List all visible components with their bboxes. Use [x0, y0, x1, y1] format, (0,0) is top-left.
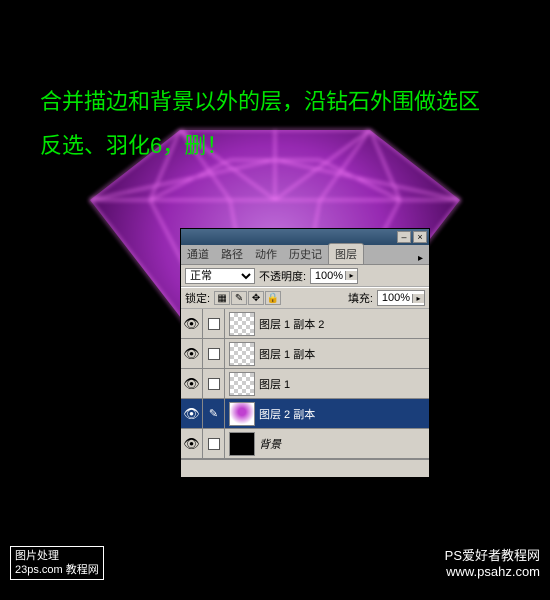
lock-fill-row: 锁定: ▦ ✎ ✥ 🔒 填充: ▸ [181, 287, 429, 309]
link-chk-icon[interactable] [203, 339, 225, 369]
visibility-eye-icon[interactable]: 👁 [181, 429, 203, 459]
layer-row[interactable]: 👁 图层 1 [181, 369, 429, 399]
panel-menu-icon[interactable]: ▸ [412, 253, 429, 264]
layer-thumbnail[interactable] [229, 312, 255, 336]
layer-thumbnail[interactable] [229, 372, 255, 396]
panel-footer [181, 459, 429, 477]
layer-thumbnail[interactable] [229, 402, 255, 426]
instruction-text: 合并描边和背景以外的层，沿钻石外围做选区 反选、羽化6，删！ [40, 80, 480, 168]
panel-tabs: 通道 路径 动作 历史记 图层 ▸ [181, 245, 429, 265]
lock-all-icon[interactable]: 🔒 [265, 291, 281, 305]
link-brush-icon[interactable] [203, 399, 225, 429]
opacity-arrow-icon[interactable]: ▸ [345, 271, 357, 280]
layer-name: 图层 1 [259, 376, 429, 392]
link-chk-icon[interactable] [203, 429, 225, 459]
tab-history[interactable]: 历史记 [283, 244, 328, 264]
watermark-right: PS爱好者教程网 www.psahz.com [445, 548, 540, 580]
tab-layers[interactable]: 图层 [328, 243, 364, 264]
link-chk-icon[interactable] [203, 309, 225, 339]
watermark-left: 图片处理 23ps.com 教程网 [10, 546, 104, 580]
lock-transparency-icon[interactable]: ▦ [214, 291, 230, 305]
panel-titlebar: – × [181, 229, 429, 245]
fill-spinner[interactable]: ▸ [377, 290, 425, 306]
fill-label: 填充: [348, 290, 373, 306]
lock-label: 锁定: [185, 290, 210, 306]
layer-name: 图层 1 副本 2 [259, 316, 429, 332]
instruction-line1: 合并描边和背景以外的层，沿钻石外围做选区 [40, 80, 480, 124]
layer-name: 图层 2 副本 [259, 406, 429, 422]
link-chk-icon[interactable] [203, 369, 225, 399]
layer-name: 图层 1 副本 [259, 346, 429, 362]
fill-input[interactable] [378, 292, 412, 304]
layer-thumbnail[interactable] [229, 432, 255, 456]
blend-mode-select[interactable]: 正常 [185, 268, 255, 284]
layer-row[interactable]: 👁 图层 1 副本 2 [181, 309, 429, 339]
layer-row[interactable]: 👁 背景 [181, 429, 429, 459]
layers-panel: – × 通道 路径 动作 历史记 图层 ▸ 正常 不透明度: ▸ 锁定: ▦ ✎… [180, 228, 430, 478]
layer-thumbnail[interactable] [229, 342, 255, 366]
opacity-input[interactable] [311, 270, 345, 282]
fill-arrow-icon[interactable]: ▸ [412, 294, 424, 303]
layer-name: 背景 [259, 436, 429, 452]
tab-actions[interactable]: 动作 [249, 244, 283, 264]
lock-pixels-icon[interactable]: ✎ [231, 291, 247, 305]
lock-position-icon[interactable]: ✥ [248, 291, 264, 305]
tab-paths[interactable]: 路径 [215, 244, 249, 264]
visibility-eye-icon[interactable]: 👁 [181, 399, 203, 429]
layers-list: 👁 图层 1 副本 2👁 图层 1 副本👁 图层 1👁 图层 2 副本👁 背景 [181, 309, 429, 459]
lock-icons-group: ▦ ✎ ✥ 🔒 [214, 291, 281, 305]
opacity-spinner[interactable]: ▸ [310, 268, 358, 284]
layer-row[interactable]: 👁 图层 2 副本 [181, 399, 429, 429]
minimize-button[interactable]: – [397, 231, 411, 243]
visibility-eye-icon[interactable]: 👁 [181, 309, 203, 339]
instruction-line2: 反选、羽化6，删！ [40, 124, 480, 168]
close-button[interactable]: × [413, 231, 427, 243]
visibility-eye-icon[interactable]: 👁 [181, 369, 203, 399]
visibility-eye-icon[interactable]: 👁 [181, 339, 203, 369]
opacity-label: 不透明度: [259, 268, 306, 284]
blend-opacity-row: 正常 不透明度: ▸ [181, 265, 429, 287]
tab-channels[interactable]: 通道 [181, 244, 215, 264]
layer-row[interactable]: 👁 图层 1 副本 [181, 339, 429, 369]
